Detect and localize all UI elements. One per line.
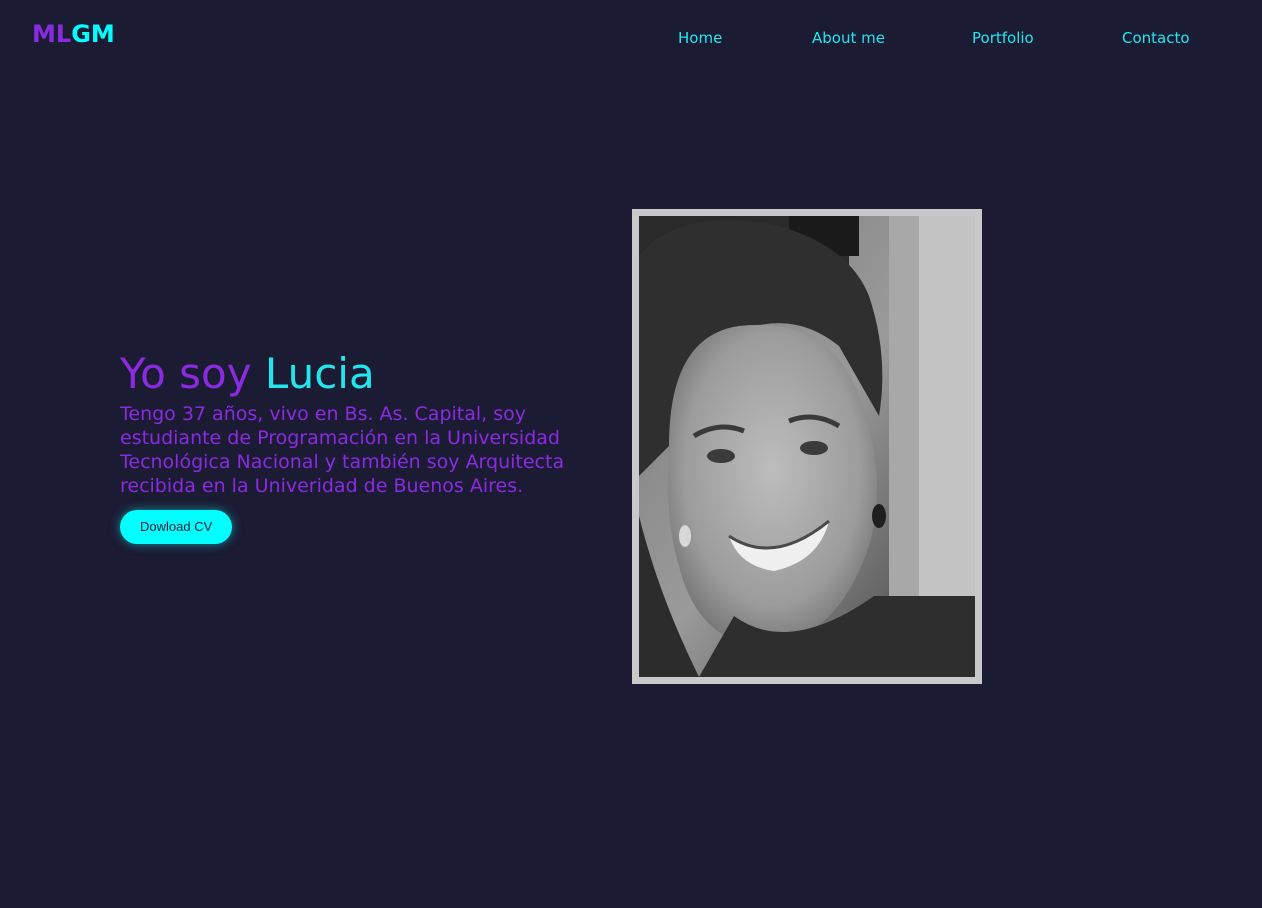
download-cv-button[interactable]: Dowload CV <box>120 510 233 544</box>
intro-section: Yo soy Lucia Tengo 37 años, vivo en Bs. … <box>120 346 610 544</box>
hero-title-prefix: Yo soy <box>120 349 265 398</box>
nav-portfolio[interactable]: Portfolio <box>972 28 1034 48</box>
main-nav: Home About me Portfolio Contacto <box>0 28 1262 48</box>
nav-home[interactable]: Home <box>678 28 722 48</box>
profile-photo-frame <box>632 209 982 684</box>
nav-contacto[interactable]: Contacto <box>1122 28 1190 48</box>
hero-title-name: Lucia <box>264 349 375 398</box>
nav-about-me[interactable]: About me <box>812 28 885 48</box>
hero-title: Yo soy Lucia <box>120 346 610 402</box>
hero-description: Tengo 37 años, vivo en Bs. As. Capital, … <box>120 403 565 497</box>
profile-photo <box>639 216 975 677</box>
